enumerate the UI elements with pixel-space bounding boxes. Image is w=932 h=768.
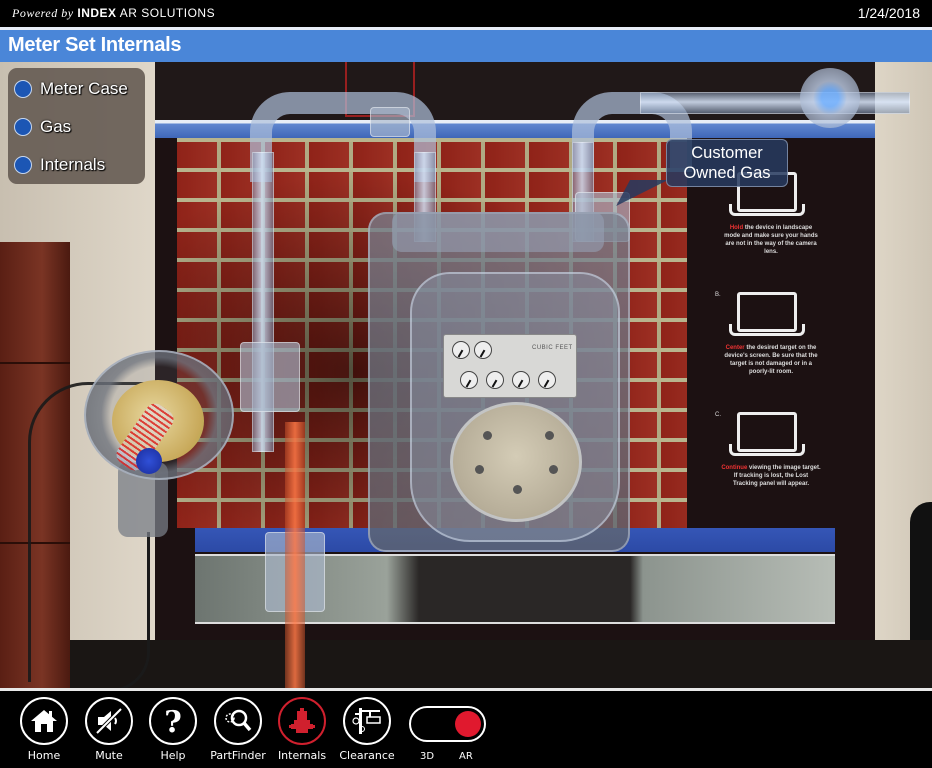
mute-icon	[95, 707, 123, 735]
layer-item-meter-case[interactable]: Meter Case	[14, 75, 128, 103]
layer-item-internals[interactable]: Internals	[14, 151, 105, 179]
mode-label-3d[interactable]: 3D	[420, 751, 434, 762]
regulator-valve	[136, 448, 162, 474]
meter-diaphragm	[450, 402, 582, 522]
partfinder-button[interactable]: PartFinder	[206, 697, 270, 765]
pipe-fitting	[370, 107, 410, 137]
dial	[538, 371, 556, 389]
outlet-pipe	[640, 92, 910, 114]
gas-flow-inlet	[285, 422, 305, 688]
outlet-flange	[800, 68, 860, 128]
instructions-panel: A. Hold the device in landscape mode and…	[715, 162, 825, 522]
brand-name: INDEX	[77, 6, 117, 20]
dial	[486, 371, 504, 389]
date-label: 1/24/2018	[857, 5, 920, 21]
layer-item-gas[interactable]: Gas	[14, 113, 71, 141]
instruction-step: B. Center the desired target on the devi…	[715, 292, 818, 375]
3d-ar-mode-toggle[interactable]	[409, 706, 486, 742]
layer-toggle-panel: Meter Case Gas Internals	[8, 68, 145, 184]
title-bar: Meter Set Internals	[0, 27, 932, 62]
home-icon	[31, 710, 57, 732]
toggle-knob[interactable]	[455, 711, 481, 737]
dial	[452, 341, 470, 359]
instruction-step: C. Continue viewing the image target. If…	[715, 412, 821, 487]
mode-label-ar[interactable]: AR	[459, 751, 473, 762]
powered-by-text: Powered by INDEX AR SOLUTIONS	[12, 6, 216, 20]
radio-dot-icon[interactable]	[14, 118, 32, 136]
dial	[512, 371, 530, 389]
floor-shadow	[70, 640, 932, 688]
home-button[interactable]: Home	[12, 697, 76, 765]
svg-text:?: ?	[164, 705, 182, 737]
hands-icon	[729, 204, 805, 216]
hands-icon	[729, 324, 805, 336]
meter-dial-plate	[443, 334, 577, 398]
help-icon: ?	[164, 705, 182, 737]
radio-dot-icon[interactable]	[14, 156, 32, 174]
dial	[460, 371, 478, 389]
page-title: Meter Set Internals	[8, 34, 182, 56]
branding-bar: Powered by INDEX AR SOLUTIONS 1/24/2018	[0, 0, 932, 27]
cubic-feet-label: CUBIC FEET	[532, 345, 573, 351]
internals-icon	[289, 708, 315, 733]
dial	[474, 341, 492, 359]
clearance-button[interactable]: Clearance	[335, 697, 399, 765]
hands-icon	[729, 444, 805, 456]
pipe-fitting	[240, 342, 300, 412]
mute-button[interactable]: Mute	[77, 697, 141, 765]
internals-button[interactable]: Internals	[270, 697, 334, 765]
cable	[110, 532, 150, 688]
meter-top	[392, 212, 604, 252]
partfinder-icon	[225, 709, 252, 732]
help-button[interactable]: ? Help	[141, 697, 205, 765]
radio-dot-icon[interactable]	[14, 80, 32, 98]
clearance-icon	[352, 708, 381, 734]
pipe-elbow-left	[250, 92, 436, 182]
customer-owned-gas-callout[interactable]: Customer Owned Gas	[666, 139, 788, 187]
